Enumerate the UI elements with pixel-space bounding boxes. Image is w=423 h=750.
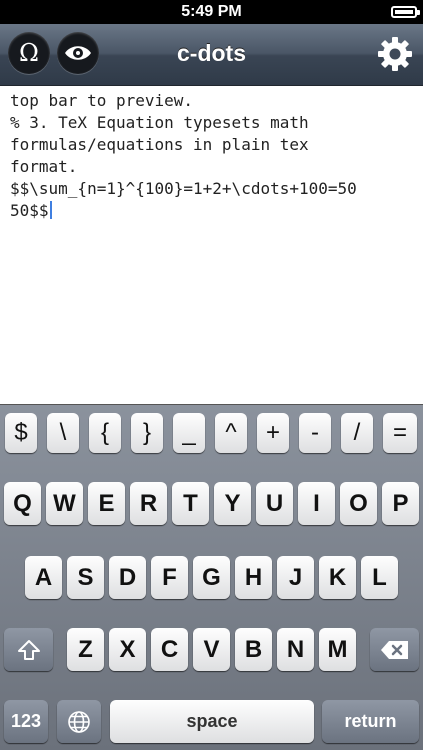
- text-cursor: [49, 201, 52, 219]
- editor-line: $$\sum_{n=1}^{100}=1+2+\cdots+100=50: [10, 179, 357, 198]
- editor-content[interactable]: top bar to preview. % 3. TeX Equation ty…: [0, 86, 423, 222]
- globe-icon: [68, 710, 90, 733]
- key-p[interactable]: P: [382, 482, 419, 525]
- key-c[interactable]: C: [151, 628, 188, 671]
- return-key[interactable]: return: [322, 700, 419, 743]
- status-bar: 5:49 PM: [0, 0, 423, 24]
- key-dollar[interactable]: $: [5, 413, 37, 453]
- key-x[interactable]: X: [109, 628, 146, 671]
- key-n[interactable]: N: [277, 628, 314, 671]
- key-q[interactable]: Q: [4, 482, 41, 525]
- editor-line: format.: [10, 157, 78, 176]
- key-right-brace[interactable]: }: [131, 413, 163, 453]
- shift-key[interactable]: [4, 628, 53, 671]
- key-y[interactable]: Y: [214, 482, 251, 525]
- nav-bar: Ω c-dots: [0, 24, 423, 86]
- key-e[interactable]: E: [88, 482, 125, 525]
- key-w[interactable]: W: [46, 482, 83, 525]
- key-equals[interactable]: =: [383, 413, 417, 453]
- key-t[interactable]: T: [172, 482, 209, 525]
- key-k[interactable]: K: [319, 556, 356, 599]
- key-r[interactable]: R: [130, 482, 167, 525]
- key-plus[interactable]: +: [257, 413, 289, 453]
- keyboard: $ \ { } _ ^ + - / = Q W E R T Y U I O P …: [0, 404, 423, 750]
- space-key[interactable]: space: [110, 700, 314, 743]
- key-v[interactable]: V: [193, 628, 230, 671]
- settings-button[interactable]: [377, 36, 413, 72]
- key-u[interactable]: U: [256, 482, 293, 525]
- key-b[interactable]: B: [235, 628, 272, 671]
- editor-line: formulas/equations in plain tex: [10, 135, 309, 154]
- backspace-icon: [380, 640, 408, 659]
- key-underscore[interactable]: _: [173, 413, 205, 453]
- key-z[interactable]: Z: [67, 628, 104, 671]
- key-backslash[interactable]: \: [47, 413, 79, 453]
- key-slash[interactable]: /: [341, 413, 373, 453]
- key-d[interactable]: D: [109, 556, 146, 599]
- numbers-key[interactable]: 123: [4, 700, 48, 743]
- editor-line: top bar to preview.: [10, 91, 194, 110]
- key-s[interactable]: S: [67, 556, 104, 599]
- key-i[interactable]: I: [298, 482, 335, 525]
- key-f[interactable]: F: [151, 556, 188, 599]
- key-m[interactable]: M: [319, 628, 356, 671]
- key-a[interactable]: A: [25, 556, 62, 599]
- text-editor[interactable]: top bar to preview. % 3. TeX Equation ty…: [0, 86, 423, 404]
- delete-key[interactable]: [370, 628, 419, 671]
- editor-line: % 3. TeX Equation typesets math: [10, 113, 309, 132]
- key-o[interactable]: O: [340, 482, 377, 525]
- editor-line: 50$$: [10, 201, 49, 220]
- page-title: c-dots: [177, 40, 246, 66]
- key-caret[interactable]: ^: [215, 413, 247, 453]
- key-minus[interactable]: -: [299, 413, 331, 453]
- key-g[interactable]: G: [193, 556, 230, 599]
- battery-icon: [391, 6, 420, 18]
- gear-icon: [378, 37, 412, 71]
- status-time: 5:49 PM: [181, 3, 242, 20]
- key-l[interactable]: L: [361, 556, 398, 599]
- shift-arrow-icon: [17, 639, 40, 660]
- key-left-brace[interactable]: {: [89, 413, 121, 453]
- key-h[interactable]: H: [235, 556, 272, 599]
- globe-key[interactable]: [57, 700, 101, 743]
- key-j[interactable]: J: [277, 556, 314, 599]
